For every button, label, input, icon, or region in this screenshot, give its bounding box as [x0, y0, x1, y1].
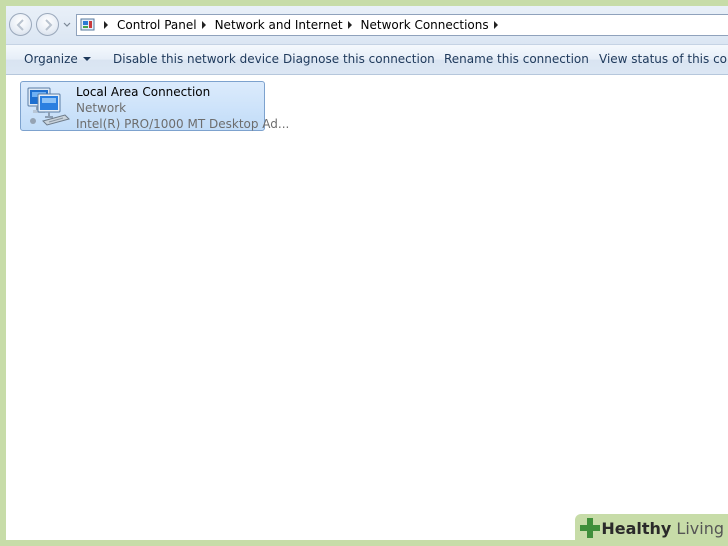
breadcrumb-network-connections[interactable]: Network Connections: [361, 18, 489, 32]
network-adapter-icon: [27, 87, 70, 126]
forward-button[interactable]: [36, 13, 59, 36]
connections-list: Local Area Connection Network Intel(R) P…: [6, 75, 728, 540]
navigation-bar: Control Panel Network and Internet Netwo…: [6, 6, 728, 45]
control-panel-icon: [80, 18, 95, 31]
view-status-button[interactable]: View status of this conn: [599, 52, 728, 66]
breadcrumb-separator-icon[interactable]: [104, 21, 108, 29]
breadcrumb-network-and-internet[interactable]: Network and Internet: [215, 18, 343, 32]
organize-dropdown-icon: [82, 57, 91, 61]
connection-details: Local Area Connection Network Intel(R) P…: [76, 84, 289, 132]
breadcrumb-separator-icon[interactable]: [493, 21, 498, 29]
recent-pages-chevron-down-icon[interactable]: [63, 22, 71, 28]
forward-arrow-icon: [45, 19, 53, 31]
address-box[interactable]: Control Panel Network and Internet Netwo…: [76, 14, 728, 36]
disable-device-button[interactable]: Disable this network device: [113, 52, 279, 66]
rename-connection-button[interactable]: Rename this connection: [444, 52, 589, 66]
organize-label: Organize: [24, 52, 78, 66]
healthy-living-watermark: Healthy Living: [575, 514, 728, 542]
back-arrow-icon: [16, 19, 24, 31]
watermark-text-light: Living: [671, 518, 724, 538]
breadcrumb-separator-icon[interactable]: [347, 21, 352, 29]
watermark-text-bold: Healthy: [601, 518, 672, 538]
diagnose-connection-button[interactable]: Diagnose this connection: [283, 52, 435, 66]
explorer-window: Control Panel Network and Internet Netwo…: [6, 6, 728, 540]
breadcrumb-separator-icon[interactable]: [201, 21, 206, 29]
breadcrumb: Control Panel Network and Internet Netwo…: [99, 15, 507, 35]
watermark-text: Healthy Living: [601, 519, 724, 538]
local-area-connection-item[interactable]: Local Area Connection Network Intel(R) P…: [20, 81, 289, 131]
organize-menu-button[interactable]: Organize: [24, 52, 91, 66]
command-bar: Organize Disable this network device Dia…: [6, 45, 728, 75]
plus-logo-icon: [580, 518, 601, 538]
connection-name: Local Area Connection: [76, 85, 211, 99]
connection-type: Network: [76, 101, 127, 115]
breadcrumb-control-panel[interactable]: Control Panel: [117, 18, 197, 32]
back-button[interactable]: [9, 13, 32, 36]
connection-adapter: Intel(R) PRO/1000 MT Desktop Ad...: [76, 117, 290, 131]
